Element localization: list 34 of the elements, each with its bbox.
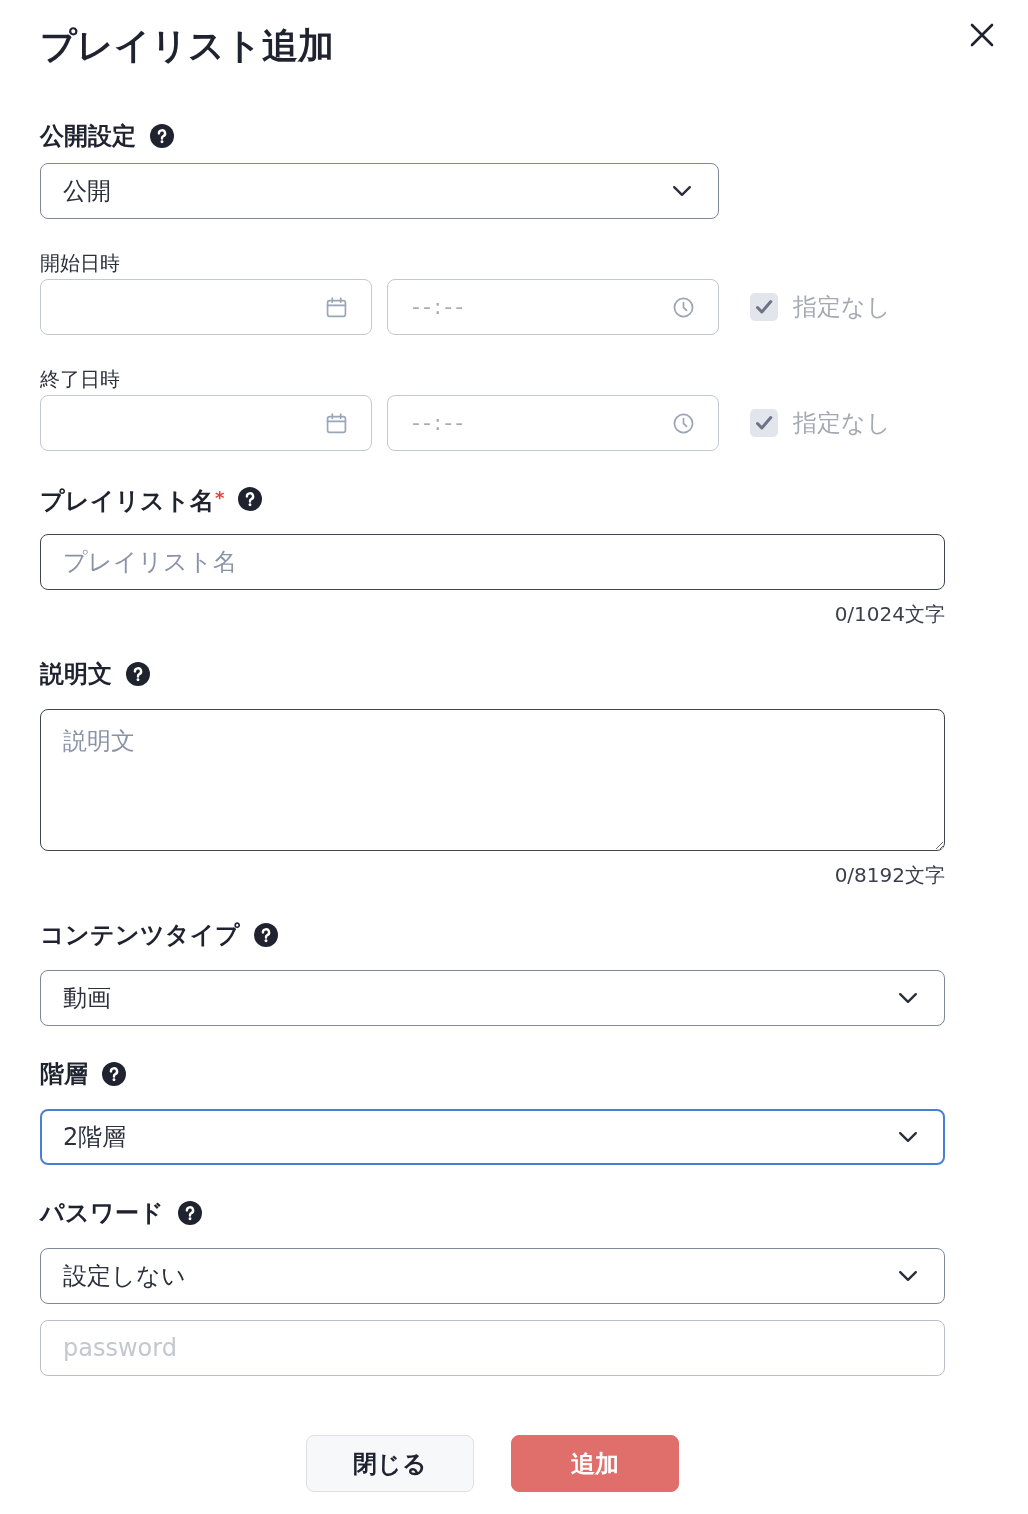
help-icon[interactable] [126, 662, 150, 686]
field-label: 公開設定 [40, 121, 136, 152]
clock-icon [673, 296, 694, 318]
field-label: 階層 [40, 1059, 88, 1090]
dropdown[interactable]: 設定しない [40, 1248, 945, 1304]
field-label: 開始日時 [40, 251, 120, 275]
textarea-field[interactable]: 説明文 [40, 709, 945, 851]
help-icon[interactable] [102, 1062, 126, 1086]
dropdown[interactable]: 動画 [40, 970, 945, 1026]
help-icon[interactable] [254, 923, 278, 947]
chevron-down-icon [898, 992, 918, 1004]
password-field[interactable]: password [40, 1320, 945, 1376]
close-dialog-button[interactable]: 閉じる [306, 1435, 474, 1492]
field-label: プレイリスト名$^{*}$ [40, 485, 225, 517]
help-icon[interactable] [178, 1201, 202, 1225]
dialog-title: プレイリスト追加 [40, 24, 334, 68]
field-label: パスワード [40, 1198, 164, 1229]
field-label: 説明文 [40, 659, 112, 690]
calendar-icon [326, 296, 347, 318]
clock-icon [673, 412, 694, 434]
chevron-down-icon [672, 185, 692, 197]
help-icon[interactable] [238, 487, 263, 511]
dropdown[interactable]: 2階層 [40, 1109, 945, 1165]
chevron-down-icon [898, 1270, 918, 1282]
chevron-down-icon [898, 1131, 918, 1143]
field-label: コンテンツタイプ [40, 920, 240, 951]
field-label: 終了日時 [40, 367, 120, 391]
text-input-field[interactable]: プレイリスト名 [40, 534, 945, 590]
calendar-icon [326, 412, 347, 434]
character-counter: 0/1024文字 [834, 602, 945, 626]
character-counter: 0/8192文字 [834, 863, 945, 887]
close-icon [970, 23, 994, 47]
dropdown[interactable]: 公開 [40, 163, 719, 219]
help-icon[interactable] [150, 124, 174, 148]
